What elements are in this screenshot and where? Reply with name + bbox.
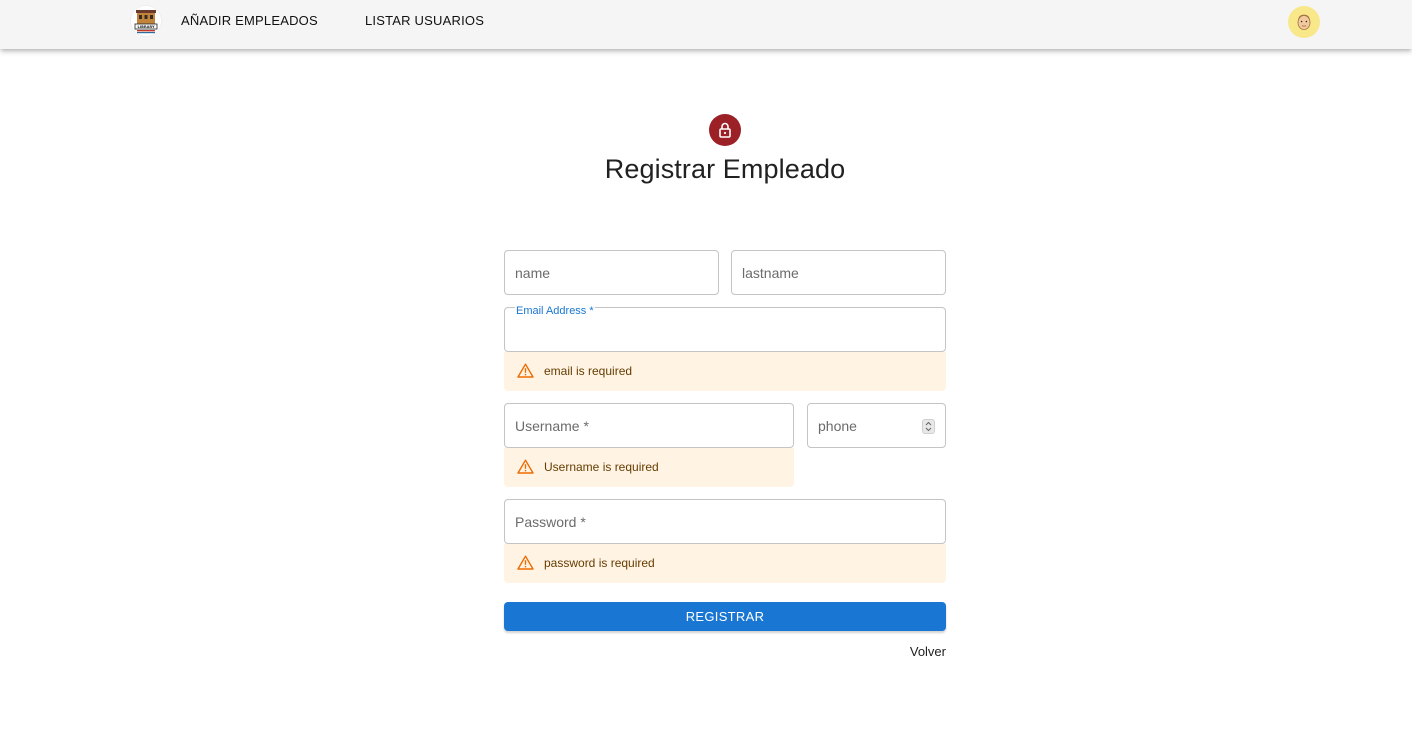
- email-error-alert: email is required: [504, 352, 946, 391]
- password-input[interactable]: [505, 500, 945, 543]
- password-error-alert: password is required: [504, 544, 946, 583]
- username-input[interactable]: [505, 404, 793, 447]
- password-field[interactable]: [504, 499, 946, 544]
- lastname-input[interactable]: [732, 251, 945, 294]
- name-input[interactable]: [505, 251, 718, 294]
- lock-icon: [709, 114, 741, 146]
- nav-add-employees[interactable]: AÑADIR EMPLEADOS: [181, 13, 318, 28]
- warning-icon: [517, 459, 534, 479]
- lastname-field[interactable]: [731, 250, 946, 295]
- username-field[interactable]: [504, 403, 794, 448]
- phone-field[interactable]: [807, 403, 946, 448]
- number-spinner[interactable]: [922, 419, 935, 434]
- warning-icon: [517, 363, 534, 383]
- page-title: Registrar Empleado: [604, 154, 846, 184]
- email-error-text: email is required: [544, 364, 633, 378]
- nav-list-users[interactable]: LISTAR USUARIOS: [365, 13, 484, 28]
- top-app-bar: LIBRARY AÑADIR EMPLEADOS LISTAR USUARIOS: [0, 0, 1412, 49]
- library-logo-icon[interactable]: LIBRARY: [130, 5, 162, 37]
- warning-icon: [517, 555, 534, 575]
- register-button[interactable]: REGISTRAR: [504, 602, 946, 631]
- svg-text:LIBRARY: LIBRARY: [137, 25, 154, 29]
- back-link[interactable]: Volver: [895, 644, 946, 659]
- email-input[interactable]: [505, 308, 945, 351]
- username-error-alert: Username is required: [504, 448, 794, 487]
- email-field[interactable]: Email Address *: [504, 305, 946, 352]
- username-error-text: Username is required: [544, 460, 659, 474]
- name-field[interactable]: [504, 250, 719, 295]
- password-error-text: password is required: [544, 556, 655, 570]
- user-avatar-icon[interactable]: [1288, 6, 1320, 38]
